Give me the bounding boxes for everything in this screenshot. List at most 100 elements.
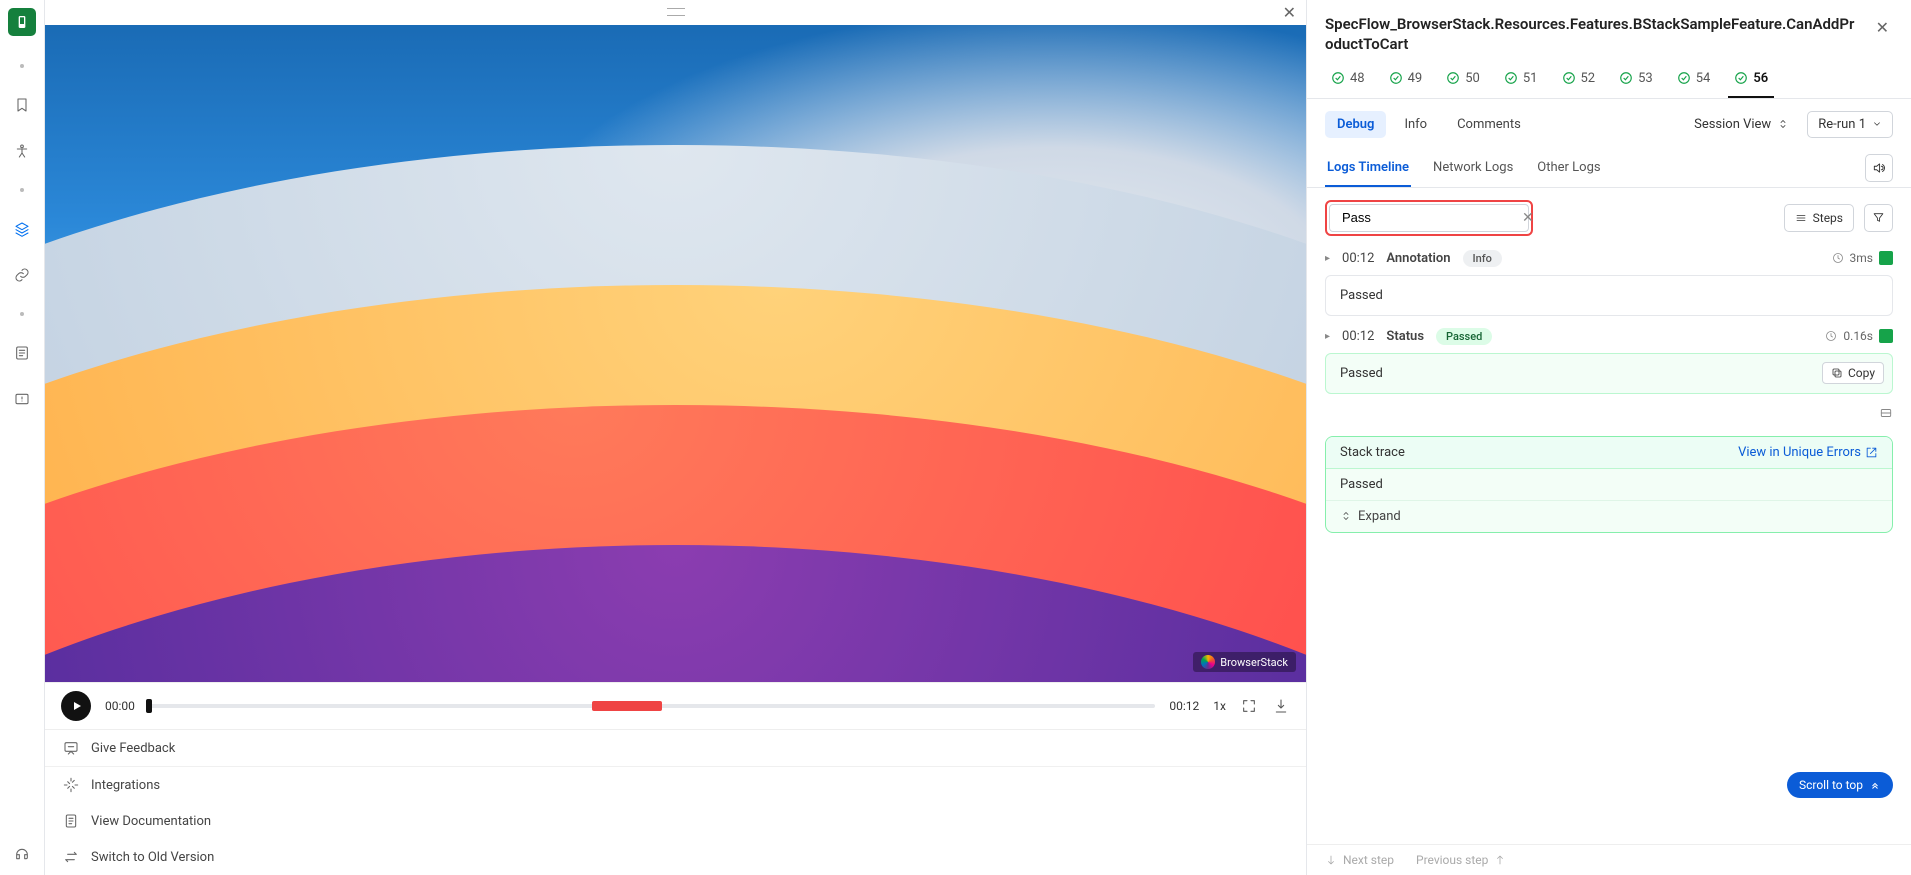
integrations-label: Integrations <box>91 778 160 793</box>
accessibility-icon[interactable] <box>13 142 31 160</box>
arrow-down-icon <box>1325 854 1337 866</box>
clear-search-icon[interactable]: ✕ <box>1522 210 1534 226</box>
view-docs-label: View Documentation <box>91 814 211 829</box>
view-unique-errors-link[interactable]: View in Unique Errors <box>1738 445 1878 460</box>
run-tab-label: 56 <box>1753 71 1768 86</box>
test-title: SpecFlow_BrowserStack.Resources.Features… <box>1325 14 1862 55</box>
link-icon[interactable] <box>13 266 31 284</box>
run-tab-54[interactable]: 54 <box>1671 65 1717 98</box>
watermark: BrowserStack <box>1193 652 1296 672</box>
info-badge: Info <box>1463 250 1502 267</box>
rerun-label: Re-run 1 <box>1818 117 1866 132</box>
run-tab-51[interactable]: 51 <box>1498 65 1544 98</box>
details-panel: SpecFlow_BrowserStack.Resources.Features… <box>1306 0 1911 875</box>
video-preview[interactable]: BrowserStack <box>45 25 1306 682</box>
log-timestamp: 00:12 <box>1342 251 1374 266</box>
duration-time: 00:12 <box>1169 699 1199 713</box>
sidebar-separator-dot <box>20 188 24 192</box>
alert-card-icon[interactable] <box>13 390 31 408</box>
check-circle-icon <box>1619 71 1633 85</box>
tab-network-logs[interactable]: Network Logs <box>1431 150 1515 187</box>
view-docs-item[interactable]: View Documentation <box>45 803 1306 839</box>
stack-trace-title: Stack trace <box>1340 445 1405 460</box>
tab-info[interactable]: Info <box>1392 111 1439 138</box>
run-tab-50[interactable]: 50 <box>1440 65 1486 98</box>
run-tab-label: 51 <box>1523 71 1538 86</box>
tab-other-logs[interactable]: Other Logs <box>1535 150 1602 187</box>
run-tab-56[interactable]: 56 <box>1728 65 1774 98</box>
rerun-dropdown[interactable]: Re-run 1 <box>1807 111 1893 138</box>
switch-version-label: Switch to Old Version <box>91 850 214 865</box>
status-chip-icon <box>1879 329 1893 343</box>
current-time: 00:00 <box>105 699 135 713</box>
run-tab-53[interactable]: 53 <box>1613 65 1659 98</box>
scroll-to-top-label: Scroll to top <box>1799 778 1863 792</box>
chevron-right-icon: ▸ <box>1325 331 1330 342</box>
close-icon[interactable]: ✕ <box>1872 14 1893 41</box>
bookmark-icon[interactable] <box>13 96 31 114</box>
steps-filter-button[interactable]: Steps <box>1784 204 1854 232</box>
sort-icon <box>1777 118 1789 130</box>
clock-icon <box>1832 252 1844 264</box>
log-search-input[interactable] <box>1338 206 1522 229</box>
run-tab-label: 50 <box>1465 71 1480 86</box>
scroll-to-top-button[interactable]: Scroll to top <box>1787 772 1893 798</box>
check-circle-icon <box>1562 71 1576 85</box>
arrow-up-icon <box>1494 854 1506 866</box>
collapse-panel-icon[interactable] <box>1879 406 1893 420</box>
filter-button[interactable] <box>1864 204 1893 232</box>
run-tab-49[interactable]: 49 <box>1383 65 1429 98</box>
close-icon[interactable]: ✕ <box>1283 3 1296 22</box>
status-chip-icon <box>1879 251 1893 265</box>
give-feedback-item[interactable]: Give Feedback <box>45 730 1306 767</box>
stack-trace-message: Passed <box>1326 469 1892 501</box>
session-view-toggle[interactable]: Session View <box>1684 111 1799 138</box>
fullscreen-icon[interactable] <box>1240 697 1258 715</box>
note-icon[interactable] <box>13 344 31 362</box>
playback-speed[interactable]: 1x <box>1213 699 1226 713</box>
next-step-button[interactable]: Next step <box>1325 853 1394 867</box>
check-circle-icon <box>1734 71 1748 85</box>
log-body-text: Passed <box>1340 366 1383 381</box>
log-entry-header[interactable]: ▸ 00:12 Annotation Info 3ms <box>1325 248 1893 269</box>
panel-drag-handle[interactable]: ✕ <box>45 0 1306 24</box>
switch-version-item[interactable]: Switch to Old Version <box>45 839 1306 875</box>
stack-trace-card: Stack trace View in Unique Errors Passed… <box>1325 436 1893 533</box>
expand-trace-button[interactable]: Expand <box>1326 501 1892 532</box>
tab-logs-timeline[interactable]: Logs Timeline <box>1325 150 1411 187</box>
funnel-icon <box>1872 211 1885 224</box>
expand-label: Expand <box>1358 509 1401 524</box>
run-tab-52[interactable]: 52 <box>1556 65 1602 98</box>
copy-button[interactable]: Copy <box>1822 362 1884 384</box>
run-history-tabs: 48 49 50 51 52 53 54 56 <box>1307 59 1911 99</box>
sidebar-separator-dot <box>20 312 24 316</box>
play-button[interactable] <box>61 691 91 721</box>
download-icon[interactable] <box>1272 697 1290 715</box>
log-body-text: Passed <box>1340 288 1383 303</box>
integrations-item[interactable]: Integrations <box>45 767 1306 803</box>
log-duration: 0.16s <box>1843 329 1873 343</box>
audio-icon[interactable] <box>1865 154 1893 182</box>
swap-icon <box>63 849 79 865</box>
run-tab-label: 54 <box>1696 71 1711 86</box>
run-tab-label: 53 <box>1638 71 1653 86</box>
log-search[interactable]: ✕ <box>1329 204 1529 232</box>
bottom-menu: Give Feedback Integrations View Document… <box>45 730 1306 875</box>
log-entry-header[interactable]: ▸ 00:12 Status Passed 0.16s <box>1325 326 1893 347</box>
clock-icon <box>1825 330 1837 342</box>
layers-icon[interactable] <box>13 220 31 238</box>
previous-step-button[interactable]: Previous step <box>1416 853 1506 867</box>
run-tab-label: 49 <box>1408 71 1423 86</box>
main-panel: ✕ BrowserStack 00:00 00:12 1x <box>45 0 1306 875</box>
tab-comments[interactable]: Comments <box>1445 111 1533 138</box>
headset-icon[interactable] <box>13 845 31 863</box>
app-sidebar <box>0 0 45 875</box>
play-icon <box>71 700 83 712</box>
seek-bar[interactable] <box>149 704 1156 708</box>
tab-debug[interactable]: Debug <box>1325 111 1386 138</box>
check-circle-icon <box>1446 71 1460 85</box>
integrations-icon <box>63 777 79 793</box>
run-tab-48[interactable]: 48 <box>1325 65 1371 98</box>
browserstack-logo-icon <box>1201 655 1215 669</box>
brand-logo[interactable] <box>8 8 36 36</box>
